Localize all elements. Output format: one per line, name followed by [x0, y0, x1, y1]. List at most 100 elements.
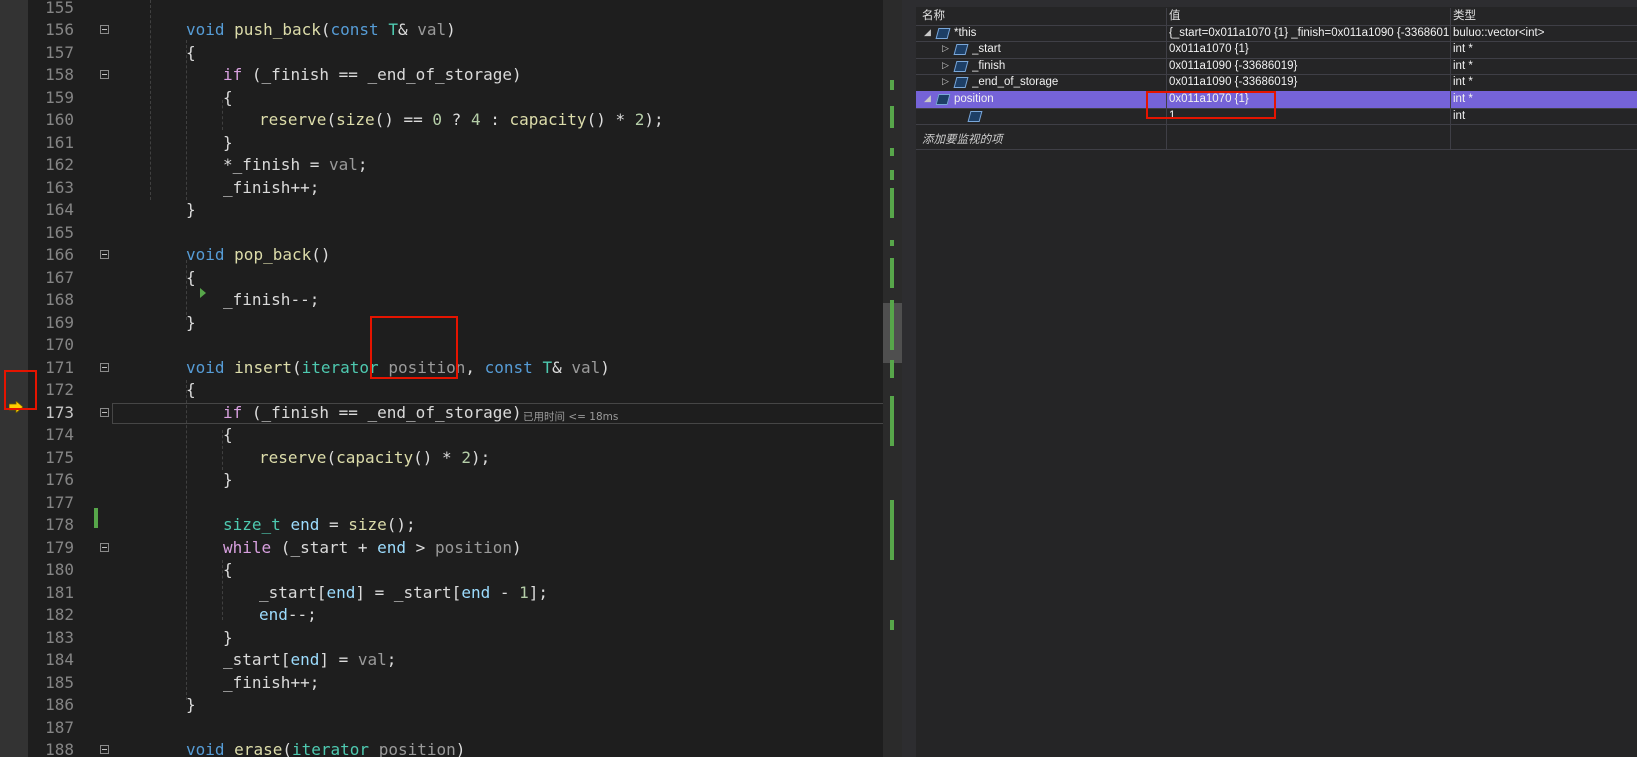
- watch-value[interactable]: {_start=0x011a1070 {1} _finish=0x011a109…: [1169, 25, 1449, 42]
- code-token: (: [320, 20, 331, 39]
- code-token: }: [186, 312, 196, 332]
- code-token: _finish: [223, 672, 291, 692]
- annotation-box-execution-arrow: [4, 370, 37, 410]
- code-line[interactable]: 176}: [0, 469, 890, 492]
- code-token: ): [512, 537, 522, 557]
- watch-row[interactable]: ◢ position 0x011a1070 {1} int *: [916, 91, 1637, 109]
- code-editor[interactable]: 155 156 void push_back(const T& val) 157{15…: [0, 0, 902, 757]
- add-watch-label[interactable]: 添加要监视的项: [922, 132, 1172, 149]
- code-line[interactable]: 168 _finish--;: [0, 289, 890, 312]
- fold-collapse-icon[interactable]: [100, 70, 109, 79]
- line-number: 183: [45, 627, 74, 647]
- code-line[interactable]: 165: [0, 222, 890, 245]
- code-text: }: [186, 694, 196, 717]
- code-line[interactable]: 172{: [0, 379, 890, 402]
- code-line[interactable]: 177: [0, 492, 890, 515]
- code-line[interactable]: 164}: [0, 199, 890, 222]
- code-token: position: [378, 740, 456, 757]
- code-line[interactable]: 156 void push_back(const T& val): [0, 19, 890, 42]
- watch-toolbar: [916, 0, 1637, 7]
- code-line[interactable]: 167 {: [0, 267, 890, 290]
- column-separator[interactable]: [1166, 8, 1167, 150]
- line-number: 185: [45, 672, 74, 692]
- fold-collapse-icon[interactable]: [100, 542, 109, 552]
- code-line[interactable]: 160 reserve(size() == 0 ? 4 : capacity() …: [0, 109, 890, 132]
- indent-guide: [186, 260, 187, 320]
- panel-splitter[interactable]: [902, 0, 916, 757]
- code-token: const: [330, 20, 389, 39]
- code-line[interactable]: 179 while (_start + end > position): [0, 537, 890, 560]
- code-token: :: [480, 110, 510, 129]
- add-watch-row[interactable]: 添加要监视的项: [916, 132, 1637, 150]
- watch-row[interactable]: ▷ _end_of_storage 0x011a1090 {-33686019} in…: [916, 74, 1637, 92]
- code-line[interactable]: 188 void erase(iterator position): [0, 739, 890, 757]
- code-line[interactable]: 159 {: [0, 87, 890, 110]
- code-token: end: [290, 515, 320, 534]
- code-line[interactable]: 158 if (_finish == _end_of_storage): [0, 64, 890, 87]
- fold-collapse-icon[interactable]: [100, 362, 109, 372]
- code-token: erase: [234, 740, 283, 757]
- code-line[interactable]: 181 _start[end] = _start[end - 1];: [0, 582, 890, 605]
- fold-collapse-icon[interactable]: [100, 25, 109, 34]
- collapse-arrow-icon[interactable]: ◢: [924, 93, 931, 104]
- code-token: val: [328, 155, 358, 174]
- code-token: ): [446, 20, 456, 39]
- watch-row[interactable]: ▷ _start 0x011a1070 {1} int *: [916, 41, 1637, 59]
- code-text: void push_back(const T& val): [186, 19, 456, 42]
- code-text: _finish++;: [223, 177, 319, 200]
- watch-value[interactable]: 0x011a1090 {-33686019}: [1169, 58, 1449, 75]
- fold-collapse-icon[interactable]: [100, 745, 109, 754]
- column-separator[interactable]: [1450, 8, 1451, 150]
- code-token: (: [291, 357, 302, 377]
- line-number: 177: [45, 492, 74, 512]
- header-name: 名称: [922, 10, 945, 22]
- code-token: ++;: [290, 672, 320, 692]
- code-line[interactable]: 182 end--;: [0, 604, 890, 627]
- collapse-arrow-icon[interactable]: ◢: [924, 27, 931, 38]
- code-line[interactable]: 178 size_t end = size();: [0, 514, 890, 537]
- code-line[interactable]: 162 *_finish = val;: [0, 154, 890, 177]
- code-line[interactable]: 174 {: [0, 424, 890, 447]
- code-token: reserve: [259, 447, 327, 467]
- code-token: void: [186, 357, 235, 377]
- code-text: }: [223, 627, 233, 650]
- code-line[interactable]: 180 {: [0, 559, 890, 582]
- fold-collapse-icon[interactable]: [100, 250, 109, 259]
- watch-value[interactable]: 0x011a1090 {-33686019}: [1169, 74, 1449, 91]
- code-line[interactable]: 185 _finish++;: [0, 672, 890, 695]
- code-token: 4: [470, 110, 481, 129]
- watch-type: int *: [1453, 76, 1473, 88]
- expand-arrow-icon[interactable]: ▷: [942, 76, 949, 87]
- code-line[interactable]: 184 _start[end] = val;: [0, 649, 890, 672]
- code-line[interactable]: 163 _finish++;: [0, 177, 890, 200]
- code-line[interactable]: 186}: [0, 694, 890, 717]
- variable-icon: [953, 60, 969, 72]
- code-token: val: [357, 650, 387, 669]
- code-text: {: [223, 424, 233, 447]
- expand-arrow-icon[interactable]: ▷: [942, 43, 949, 54]
- code-line[interactable]: 157 {: [0, 42, 890, 65]
- code-line[interactable]: 155: [0, 0, 890, 19]
- code-line[interactable]: 183}: [0, 627, 890, 650]
- watch-row[interactable]: ▷ _finish 0x011a1090 {-33686019} int *: [916, 58, 1637, 75]
- code-token: {: [223, 425, 233, 444]
- watch-row[interactable]: 1 int: [916, 108, 1637, 125]
- code-line[interactable]: 166 void pop_back(): [0, 244, 890, 267]
- code-token: while: [223, 537, 281, 557]
- line-number: 157: [45, 42, 74, 62]
- code-line[interactable]: 187: [0, 717, 890, 740]
- code-token: ];: [528, 582, 549, 602]
- code-line[interactable]: 161}: [0, 132, 890, 155]
- code-line[interactable]: 175 reserve(capacity() * 2);: [0, 447, 890, 470]
- code-token: val: [571, 357, 601, 377]
- watch-value[interactable]: 0x011a1070 {1}: [1169, 41, 1449, 58]
- watch-window[interactable]: 名称 值 类型 ◢ *this {_start=0x011a1070 {1} _fi…: [916, 0, 1637, 757]
- annotation-box-position-param: [370, 316, 458, 379]
- code-token: ] =: [319, 650, 358, 669]
- fold-collapse-icon[interactable]: [100, 407, 109, 417]
- code-token: --;: [287, 605, 317, 624]
- code-token: ();: [386, 515, 416, 534]
- watch-row[interactable]: ◢ *this {_start=0x011a1070 {1} _finish=0x0…: [916, 25, 1637, 42]
- expand-arrow-icon[interactable]: ▷: [942, 60, 949, 71]
- code-token: end: [259, 605, 288, 624]
